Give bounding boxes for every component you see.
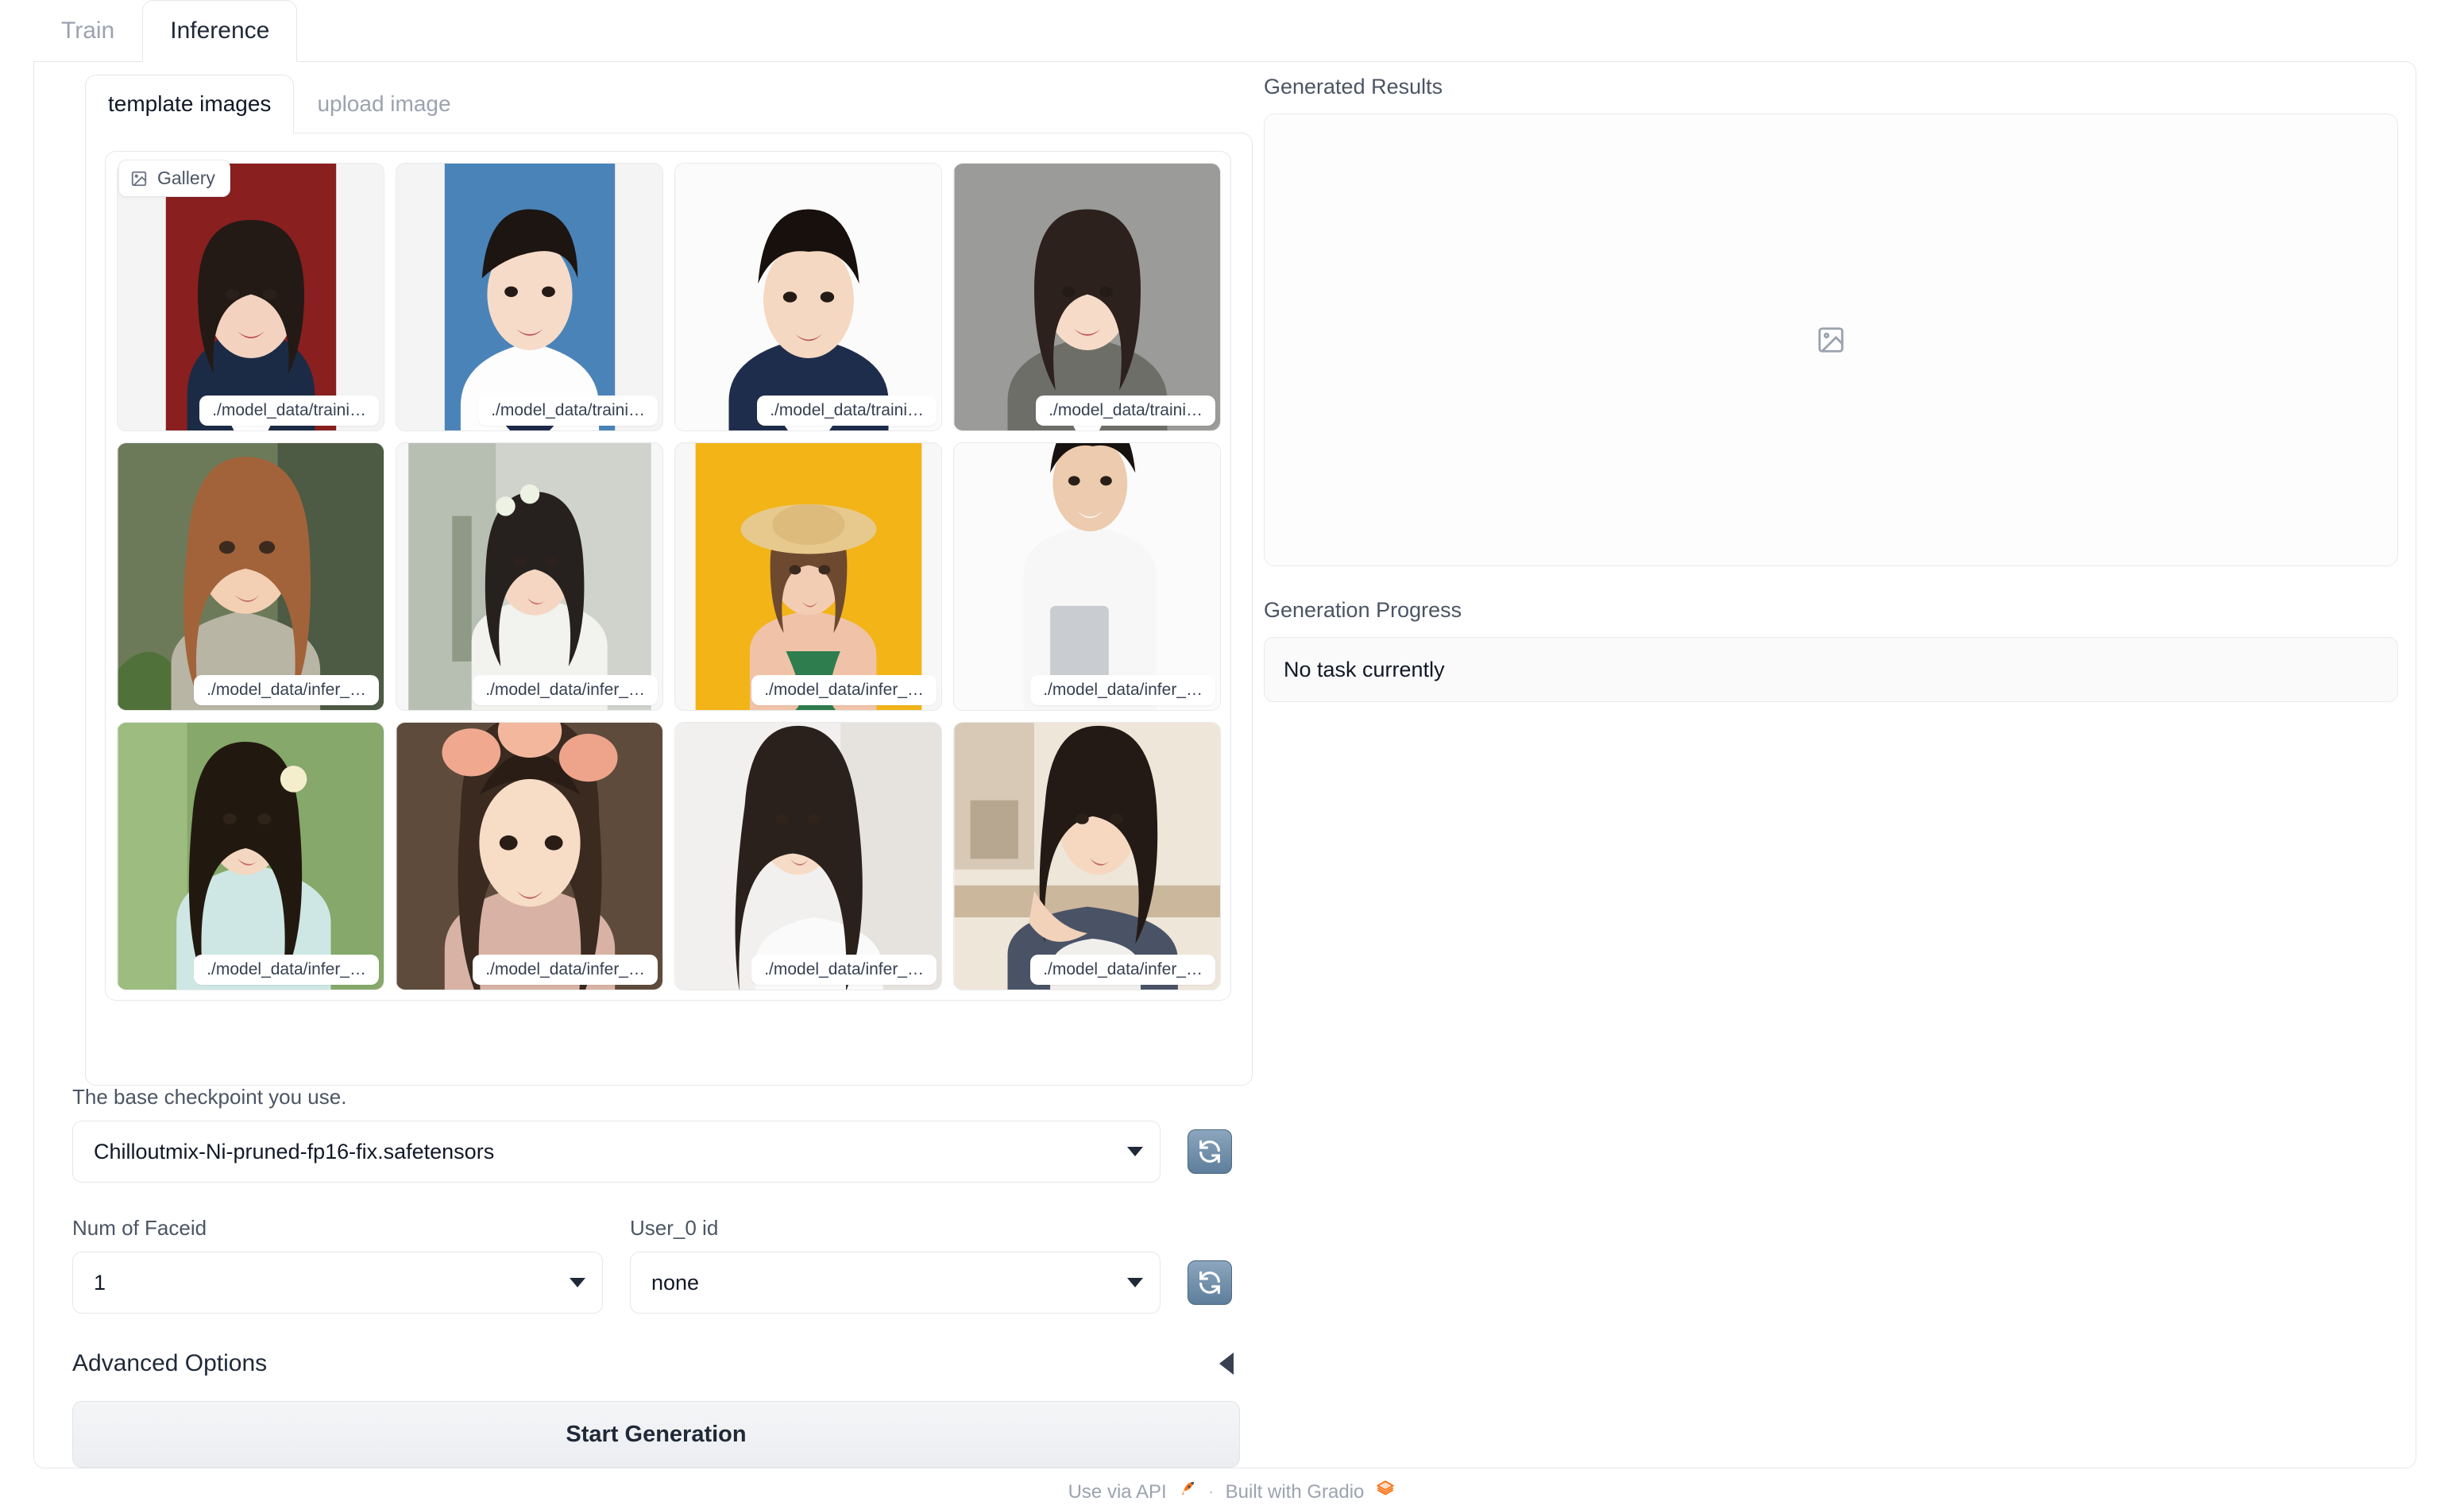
- right-column: Generated Results Generation Progress No…: [1264, 75, 2398, 702]
- thumbnail-image: [407, 443, 651, 710]
- refresh-user-ids-button[interactable]: [1188, 1260, 1232, 1305]
- user-id-label: User_0 id: [630, 1216, 719, 1240]
- refresh-icon: [1199, 1271, 1220, 1295]
- use-via-api-link[interactable]: Use via API: [1068, 1481, 1167, 1503]
- gallery-item-caption: ./model_data/infer_…: [751, 955, 937, 985]
- gallery-item[interactable]: ./model_data/infer_…: [396, 722, 663, 990]
- checkpoint-row: Chilloutmix-Ni-pruned-fp16-fix.safetenso…: [72, 1121, 1262, 1183]
- advanced-options-label: Advanced Options: [72, 1350, 268, 1376]
- gallery-item[interactable]: ./model_data/traini…: [117, 163, 384, 431]
- user-id-group: User_0 id none: [630, 1216, 1161, 1314]
- gallery-badge: Gallery: [118, 160, 230, 197]
- tab-inference[interactable]: Inference: [142, 0, 298, 62]
- gallery-item-caption: ./model_data/infer_…: [1030, 675, 1215, 705]
- gallery-item-caption: ./model_data/traini…: [757, 396, 937, 426]
- num-faceid-label: Num of Faceid: [72, 1216, 207, 1240]
- gallery-item-caption: ./model_data/traini…: [1036, 396, 1215, 426]
- tab-train[interactable]: Train: [33, 0, 142, 62]
- gallery-grid: ./model_data/traini… ./model_data/traini…: [110, 156, 1227, 997]
- gallery-badge-label: Gallery: [157, 168, 215, 188]
- generated-results-label: Generated Results: [1264, 75, 1443, 98]
- num-faceid-select[interactable]: 1: [72, 1252, 603, 1314]
- gallery-item[interactable]: ./model_data/infer_…: [117, 722, 384, 990]
- rocket-icon: [1178, 1480, 1197, 1504]
- thumbnail-image: [954, 164, 1220, 430]
- tab-upload-image[interactable]: upload image: [294, 75, 473, 133]
- gallery-item[interactable]: ./model_data/traini…: [953, 163, 1221, 431]
- gallery-item[interactable]: ./model_data/infer_…: [674, 722, 942, 990]
- gallery-item-caption: ./model_data/traini…: [478, 396, 658, 426]
- gallery-item-caption: ./model_data/infer_…: [473, 675, 658, 705]
- gallery-item-caption: ./model_data/infer_…: [751, 675, 937, 705]
- top-tab-bar: Train Inference: [0, 0, 2464, 62]
- user-id-value[interactable]: none: [630, 1252, 1161, 1314]
- chevron-down-icon: [1127, 1278, 1143, 1287]
- gallery-item[interactable]: ./model_data/infer_…: [953, 722, 1221, 990]
- inference-panel: template images upload image Gallery ./m…: [33, 61, 2416, 1468]
- gallery-item-caption: ./model_data/infer_…: [473, 955, 658, 985]
- checkpoint-select[interactable]: Chilloutmix-Ni-pruned-fp16-fix.safetenso…: [72, 1121, 1161, 1183]
- gallery-item-caption: ./model_data/infer_…: [194, 955, 379, 985]
- id-options-row: Num of Faceid 1 User_0 id none: [72, 1216, 1262, 1314]
- start-generation-button[interactable]: Start Generation: [72, 1401, 1240, 1468]
- generation-progress-value: No task currently: [1284, 657, 1445, 681]
- thumbnail-image: [118, 164, 384, 430]
- gallery-item[interactable]: ./model_data/infer_…: [674, 442, 942, 711]
- thumbnail-image: [954, 723, 1220, 990]
- thumbnail-image: [675, 723, 941, 990]
- checkpoint-select-value[interactable]: Chilloutmix-Ni-pruned-fp16-fix.safetenso…: [72, 1121, 1161, 1183]
- thumbnail-image: [118, 723, 384, 990]
- generation-progress-box: No task currently: [1264, 637, 2398, 702]
- generated-results-box[interactable]: [1264, 114, 2398, 566]
- generation-progress-label: Generation Progress: [1264, 598, 1462, 622]
- thumbnail-image: [396, 164, 662, 430]
- gallery-item-caption: ./model_data/traini…: [199, 396, 379, 426]
- thumbnail-image: [396, 723, 662, 990]
- checkpoint-label: The base checkpoint you use.: [72, 1085, 347, 1109]
- advanced-options-accordion[interactable]: Advanced Options: [72, 1350, 1240, 1377]
- gradio-logo-icon: [1375, 1479, 1396, 1505]
- gallery[interactable]: Gallery ./model_data/traini… ./model_dat…: [105, 151, 1231, 1001]
- chevron-down-icon: [570, 1278, 585, 1287]
- image-icon: [130, 170, 148, 187]
- image-placeholder-icon: [1818, 327, 1844, 353]
- refresh-icon: [1199, 1140, 1220, 1163]
- tab-template-images[interactable]: template images: [85, 75, 295, 133]
- image-source-tab-bar: template images upload image: [85, 75, 1253, 133]
- gallery-item[interactable]: ./model_data/infer_…: [396, 442, 663, 711]
- gallery-item[interactable]: ./model_data/infer_…: [117, 442, 384, 711]
- num-faceid-group: Num of Faceid 1: [72, 1216, 603, 1314]
- user-id-select[interactable]: none: [630, 1252, 1161, 1314]
- thumbnail-image: [954, 443, 1220, 710]
- gallery-item[interactable]: ./model_data/traini…: [674, 163, 942, 431]
- thumbnail-image: [675, 164, 941, 430]
- gallery-item[interactable]: ./model_data/traini…: [396, 163, 663, 431]
- template-images-panel: Gallery ./model_data/traini… ./model_dat…: [85, 133, 1253, 1086]
- footer: Use via API · Built with Gradio: [0, 1479, 2464, 1505]
- thumbnail-image: [118, 443, 384, 710]
- triangle-left-icon: [1219, 1353, 1234, 1375]
- built-with-gradio-link[interactable]: Built with Gradio: [1226, 1481, 1365, 1503]
- refresh-checkpoints-button[interactable]: [1188, 1129, 1232, 1174]
- chevron-down-icon: [1127, 1147, 1143, 1156]
- gallery-item-caption: ./model_data/infer_…: [194, 675, 379, 705]
- thumbnail-image: [695, 443, 921, 710]
- inference-controls: The base checkpoint you use. Chilloutmix…: [72, 1085, 1262, 1468]
- gallery-item-caption: ./model_data/infer_…: [1030, 955, 1215, 985]
- num-faceid-value[interactable]: 1: [72, 1252, 603, 1314]
- footer-separator: ·: [1207, 1480, 1215, 1503]
- gallery-item[interactable]: ./model_data/infer_…: [953, 442, 1221, 711]
